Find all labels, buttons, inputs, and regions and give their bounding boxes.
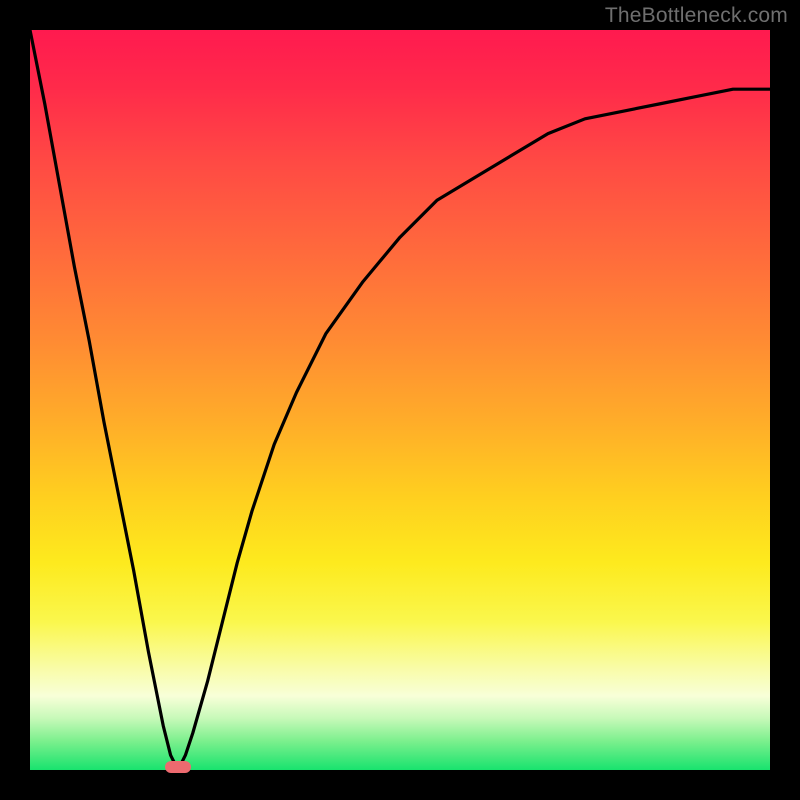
chart-frame: TheBottleneck.com — [0, 0, 800, 800]
curve-path — [30, 30, 770, 770]
bottleneck-curve — [30, 30, 770, 770]
plot-area — [30, 30, 770, 770]
floor-mark — [165, 761, 191, 773]
watermark-text: TheBottleneck.com — [605, 4, 788, 28]
